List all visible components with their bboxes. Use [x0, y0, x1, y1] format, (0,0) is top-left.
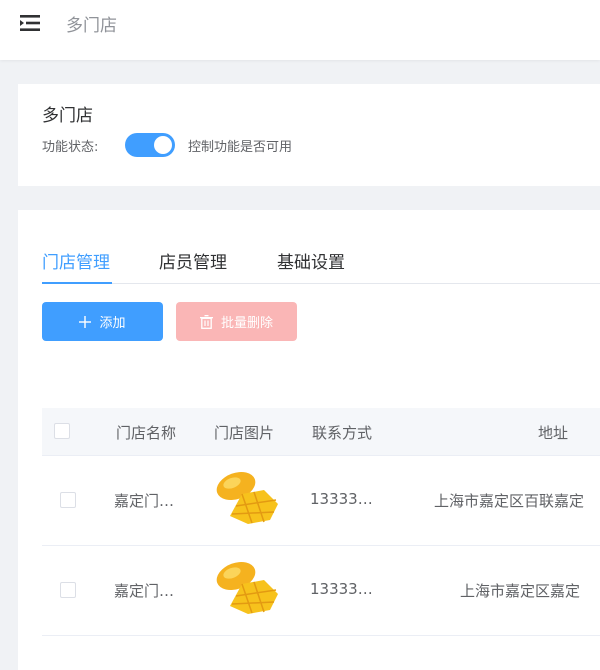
row-checkbox[interactable]: [60, 582, 76, 598]
col-store-name: 门店名称: [116, 424, 177, 442]
store-image[interactable]: [212, 466, 280, 526]
top-bar: 多门店: [0, 0, 600, 60]
tab-staff-management[interactable]: 店员管理: [159, 248, 227, 273]
col-address: 地址: [538, 424, 569, 442]
batch-delete-button[interactable]: 批量删除: [176, 302, 297, 341]
address-cell: 上海市嘉定区百联嘉定: [434, 492, 585, 510]
feature-card: 多门店 功能状态: 控制功能是否可用: [18, 84, 600, 186]
store-name-cell: 嘉定门…: [114, 582, 175, 600]
contact-cell: 13333…: [310, 580, 373, 598]
menu-fold-icon[interactable]: [20, 14, 40, 32]
store-name-cell: 嘉定门…: [114, 492, 175, 510]
table-row: 嘉定门… 13333… 上海市嘉定区百联嘉定: [42, 456, 600, 546]
batch-delete-label: 批量删除: [220, 315, 273, 330]
store-image[interactable]: [212, 556, 280, 616]
toggle-description: 控制功能是否可用: [188, 140, 293, 155]
toggle-knob: [154, 136, 172, 154]
feature-toggle[interactable]: [125, 133, 175, 157]
contact-cell: 13333…: [310, 490, 373, 508]
plus-icon: [79, 315, 92, 328]
select-all-checkbox[interactable]: [54, 423, 70, 439]
add-button[interactable]: 添加: [42, 302, 163, 341]
col-contact: 联系方式: [312, 424, 373, 442]
col-store-image: 门店图片: [214, 424, 275, 442]
tabs-divider: [42, 283, 600, 284]
status-label: 功能状态:: [42, 140, 99, 155]
tab-store-management[interactable]: 门店管理: [42, 248, 110, 273]
breadcrumb: 多门店: [66, 16, 117, 36]
row-checkbox[interactable]: [60, 492, 76, 508]
feature-title: 多门店: [42, 106, 93, 126]
address-cell: 上海市嘉定区嘉定: [460, 582, 581, 600]
add-button-label: 添加: [99, 315, 126, 330]
active-tab-indicator: [42, 282, 112, 284]
table-header: 门店名称 门店图片 联系方式 地址: [42, 408, 600, 456]
tab-basic-settings[interactable]: 基础设置: [277, 248, 345, 273]
table-row: 嘉定门… 13333… 上海市嘉定区嘉定: [42, 546, 600, 636]
store-management-card: 门店管理 店员管理 基础设置 添加 批量删除 门店名称 门店图片 联系方式 地址: [18, 210, 600, 670]
trash-icon: [199, 314, 213, 329]
